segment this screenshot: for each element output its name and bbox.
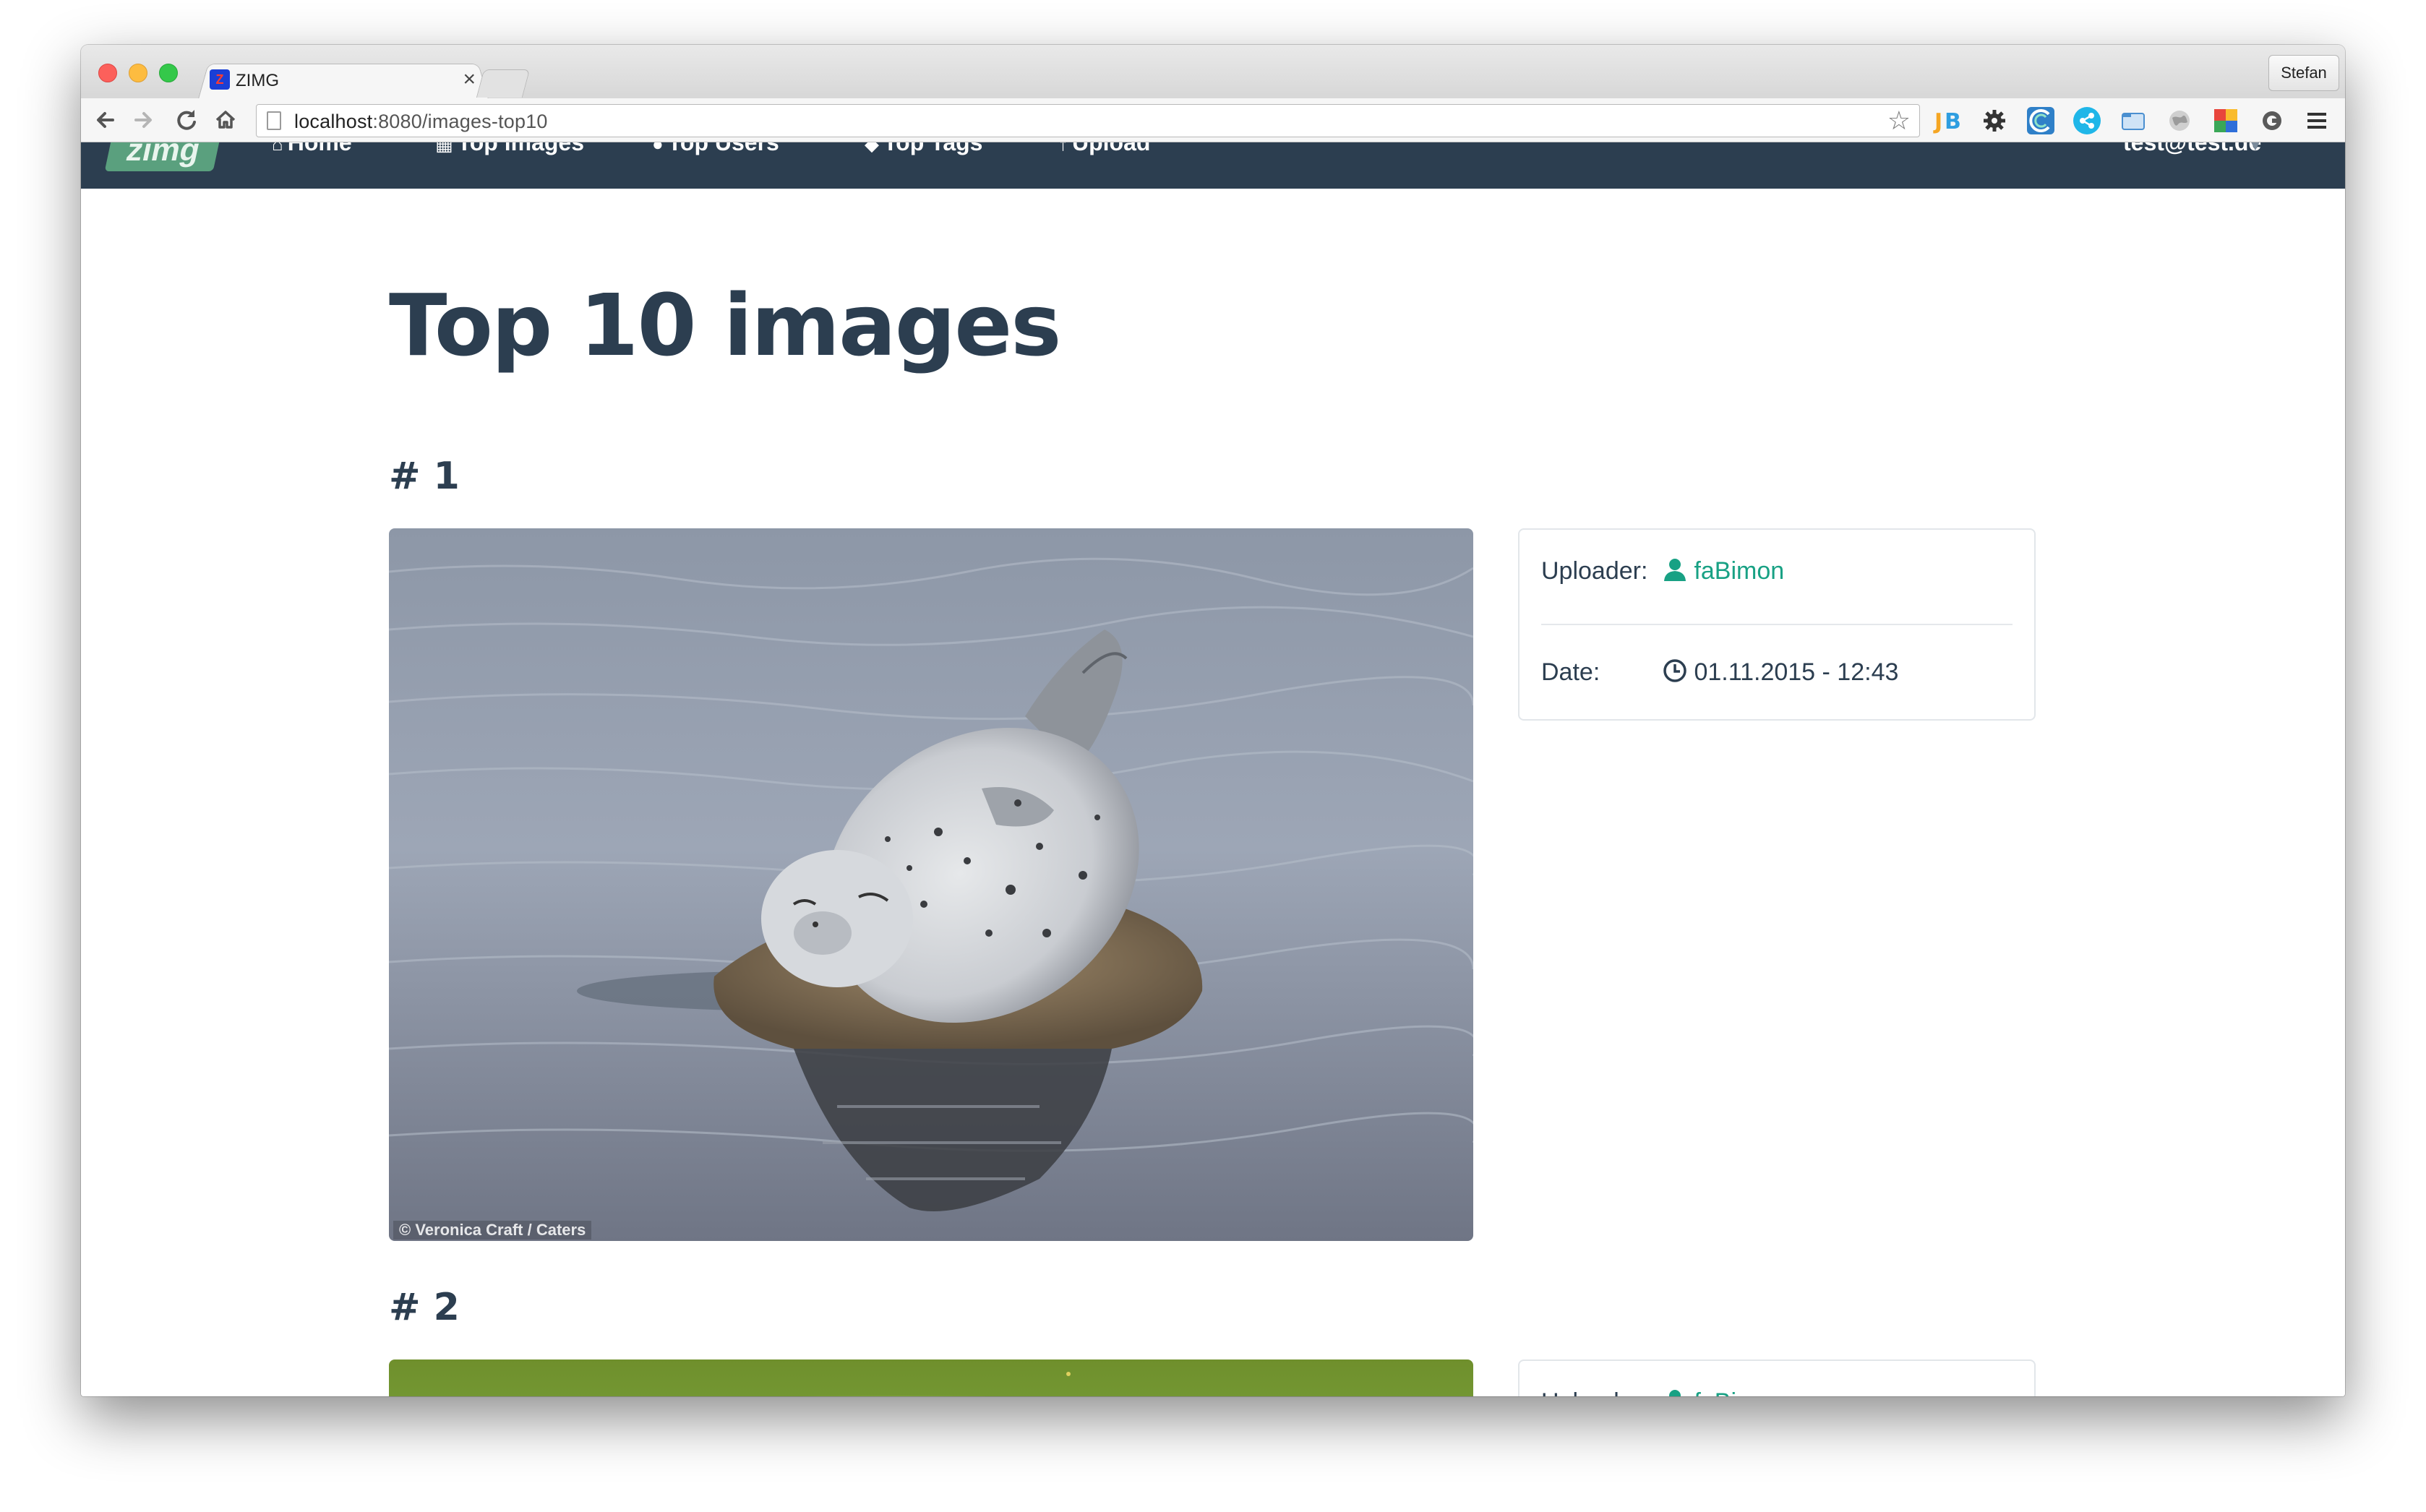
bookmark-star-icon[interactable]: ☆: [1887, 106, 1911, 135]
title-bar: Z ZIMG × Stefan: [81, 45, 2345, 99]
date-value: 01.11.2015 - 12:43: [1663, 658, 1898, 687]
nav-link-top-images[interactable]: ▦ Top images: [435, 142, 584, 156]
menu-icon[interactable]: [2303, 107, 2331, 134]
svg-text:B: B: [1945, 109, 1960, 134]
home-icon[interactable]: [211, 106, 240, 134]
uploader-row: Uploader: faBimon: [1541, 1388, 1784, 1396]
browser-tab-content[interactable]: Z ZIMG ×: [208, 65, 483, 98]
nav-link-top-tags[interactable]: ◆ Top Tags: [865, 142, 982, 156]
upload-icon: ↑: [1058, 142, 1068, 155]
tab-title: ZIMG: [236, 71, 279, 90]
zimg-favicon-icon: Z: [210, 69, 230, 90]
tab-close-icon[interactable]: ×: [463, 68, 476, 91]
uploader-link[interactable]: faBimon: [1663, 557, 1784, 585]
close-window-button[interactable]: [98, 64, 117, 82]
nav-link-top-users[interactable]: ● Top Users: [652, 142, 779, 156]
main-content: Top 10 images # 1 © Veronica Craft / Cat…: [81, 189, 2345, 1396]
user-menu[interactable]: test@test.de: [2123, 142, 2261, 156]
entry-rank: # 1: [389, 455, 460, 498]
address-bar[interactable]: localhost:8080/images-top10 ☆: [256, 104, 1920, 137]
color-grid-icon[interactable]: [2212, 107, 2239, 134]
entry-rank: # 2: [389, 1286, 460, 1329]
top-image-1[interactable]: © Veronica Craft / Caters: [389, 528, 1473, 1241]
image-caption: © Veronica Craft / Caters: [393, 1221, 592, 1240]
svg-text:J: J: [1933, 109, 1942, 134]
image-icon: ▦: [435, 142, 453, 155]
page-icon: [267, 111, 281, 130]
minimize-window-button[interactable]: [129, 64, 147, 82]
home-icon: ⌂: [272, 142, 283, 155]
uploader-link[interactable]: faBimon: [1663, 1388, 1784, 1396]
extension-icon[interactable]: [2027, 107, 2054, 134]
uploader-label: Uploader:: [1541, 557, 1648, 585]
maximize-window-button[interactable]: [159, 64, 178, 82]
browser-window: Z ZIMG × Stefan localhost:8080/images-to…: [81, 45, 2345, 1396]
browser-toolbar: localhost:8080/images-top10 ☆ JB: [81, 98, 2345, 142]
gear-icon[interactable]: [1981, 107, 2008, 134]
card-divider: [1541, 624, 2013, 625]
back-arrow-icon[interactable]: [91, 106, 120, 134]
page-title: Top 10 images: [389, 275, 1061, 375]
url-text[interactable]: localhost:8080/images-top10: [294, 111, 548, 133]
folder-icon[interactable]: [2119, 107, 2147, 134]
image-info-card: Uploader: faBimon Date: 01.11.2015 - 12:…: [1518, 528, 2036, 721]
uploader-row: Uploader: faBimon: [1541, 557, 1784, 585]
forward-arrow-icon[interactable]: [129, 106, 158, 134]
ghost-icon[interactable]: [2258, 107, 2286, 134]
jetbrains-icon[interactable]: JB: [1933, 107, 1961, 134]
globe-icon[interactable]: [2166, 107, 2193, 134]
user-icon: ●: [652, 142, 664, 155]
reload-icon[interactable]: [172, 106, 201, 134]
top-image-2[interactable]: [389, 1359, 1473, 1396]
nav-link-home[interactable]: ⌂ Home: [272, 142, 352, 156]
date-label: Date:: [1541, 658, 1600, 686]
new-tab-button[interactable]: [476, 69, 531, 98]
uploader-label: Uploader:: [1541, 1388, 1647, 1396]
image-info-card: Uploader: faBimon: [1518, 1359, 2036, 1396]
date-row: Date: 01.11.2015 - 12:43: [1541, 658, 1898, 687]
nav-link-upload[interactable]: ↑ Upload: [1058, 142, 1150, 156]
clock-icon: [1663, 659, 1686, 682]
user-icon: [1669, 1390, 1681, 1396]
share-icon[interactable]: [2073, 107, 2101, 134]
site-logo[interactable]: zimg: [104, 142, 221, 171]
profile-button[interactable]: Stefan: [2268, 55, 2339, 91]
tag-icon: ◆: [865, 142, 879, 155]
user-icon: [1664, 559, 1686, 581]
site-navbar: zimg ⌂ Home ▦ Top images ● Top Users ◆ Top T…: [81, 142, 2345, 189]
chevron-down-icon[interactable]: ▼: [2248, 142, 2263, 155]
